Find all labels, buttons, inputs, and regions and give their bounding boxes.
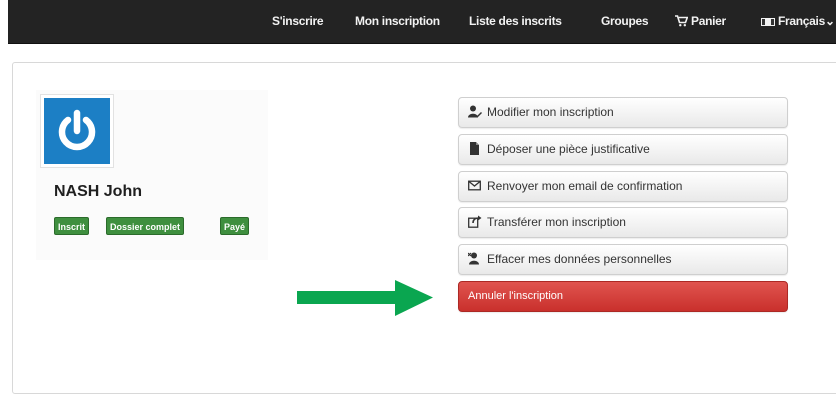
nav-panier[interactable]: Panier bbox=[675, 0, 726, 43]
flag-icon bbox=[761, 18, 775, 26]
edit-registration-label: Modifier mon inscription bbox=[487, 105, 614, 119]
nav-groupes[interactable]: Groupes bbox=[601, 0, 649, 43]
share-icon bbox=[468, 215, 482, 228]
transfer-registration-label: Transférer mon inscription bbox=[487, 215, 626, 229]
nav-panier-label: Panier bbox=[691, 14, 726, 28]
erase-personal-data-label: Effacer mes données personnelles bbox=[487, 252, 672, 266]
power-icon bbox=[58, 109, 96, 151]
file-icon bbox=[470, 142, 479, 155]
green-arrow-icon bbox=[297, 280, 433, 316]
cancel-registration-label: Annuler l'inscription bbox=[468, 290, 564, 302]
edit-registration-button[interactable]: Modifier mon inscription bbox=[458, 97, 788, 128]
nav-sinscrire[interactable]: S'inscrire bbox=[272, 0, 324, 43]
avatar bbox=[40, 94, 114, 168]
chevron-down-icon: ⌄ bbox=[824, 14, 835, 28]
nav-mon-inscription[interactable]: Mon inscription bbox=[355, 0, 440, 43]
transfer-registration-button[interactable]: Transférer mon inscription bbox=[458, 207, 788, 238]
upload-document-button[interactable]: Déposer une pièce justificative bbox=[458, 134, 788, 165]
resend-confirmation-label: Renvoyer mon email de confirmation bbox=[487, 179, 683, 193]
cart-icon bbox=[675, 15, 689, 27]
user-remove-icon bbox=[468, 252, 479, 265]
upload-document-label: Déposer une pièce justificative bbox=[487, 142, 650, 156]
top-navbar: S'inscrire Mon inscription Liste des ins… bbox=[8, 0, 836, 44]
envelope-icon bbox=[468, 180, 481, 191]
resend-confirmation-button[interactable]: Renvoyer mon email de confirmation bbox=[458, 171, 788, 202]
status-badge-paye: Payé bbox=[220, 217, 250, 235]
status-badge-inscrit: Inscrit bbox=[54, 217, 90, 235]
status-badge-dossier-complet: Dossier complet bbox=[106, 217, 185, 235]
participant-name: NASH John bbox=[54, 183, 142, 200]
nav-language-label: Français bbox=[778, 14, 825, 28]
cancel-registration-button[interactable]: Annuler l'inscription bbox=[458, 281, 788, 312]
erase-personal-data-button[interactable]: Effacer mes données personnelles bbox=[458, 244, 788, 275]
nav-liste-des-inscrits[interactable]: Liste des inscrits bbox=[469, 0, 562, 43]
user-edit-icon bbox=[468, 105, 482, 118]
nav-language[interactable]: Français⌄ bbox=[761, 0, 835, 43]
